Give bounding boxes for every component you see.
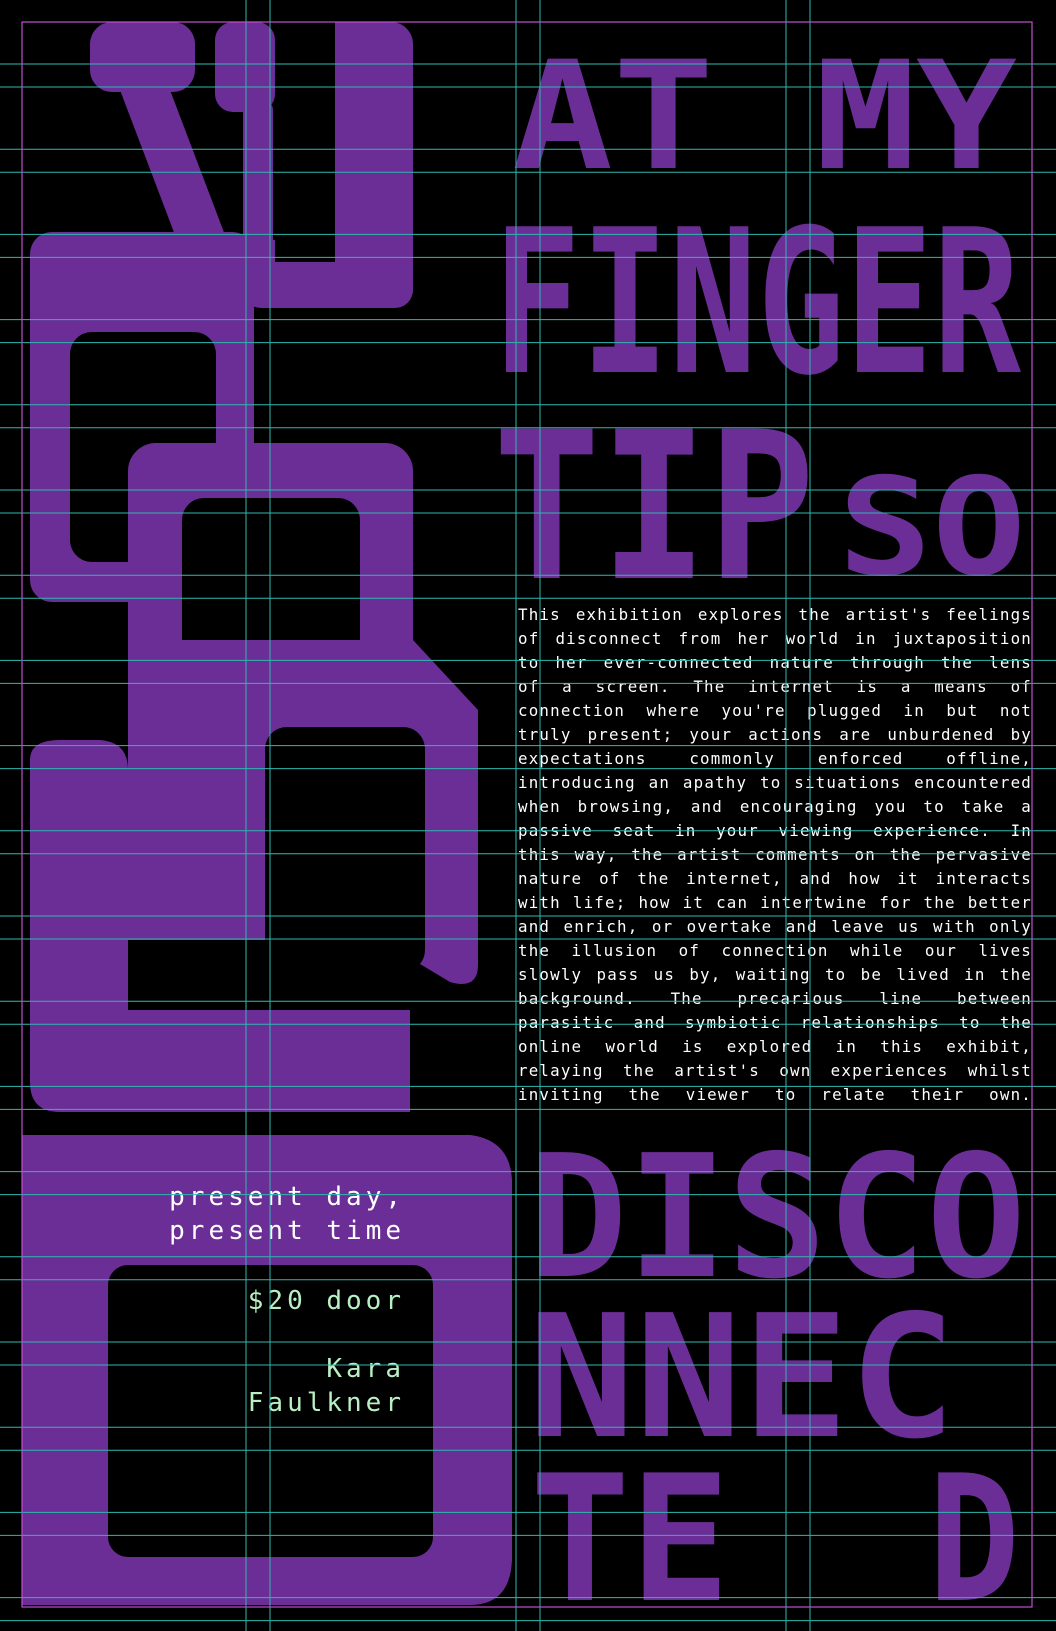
glyph-stem bbox=[243, 100, 273, 250]
glyph-block bbox=[215, 22, 275, 112]
title-line-3: TIP bbox=[493, 389, 815, 627]
artist-name: Kara Faulkner bbox=[247, 1354, 405, 1418]
title-line-2: FINGER bbox=[493, 187, 1021, 420]
glyph-diagonal bbox=[120, 90, 225, 235]
glyph-counter bbox=[265, 727, 425, 972]
glyph-block bbox=[90, 22, 195, 92]
event-date: present day, present time bbox=[169, 1182, 405, 1246]
glyph-gap bbox=[275, 22, 335, 262]
title-line-3-small: SO bbox=[838, 449, 1026, 606]
decorative-glyph-middle bbox=[30, 232, 478, 1112]
event-price: $20 door bbox=[247, 1286, 405, 1316]
title-line-6a: TE bbox=[530, 1439, 730, 1631]
title-line-6b: D bbox=[928, 1439, 1020, 1631]
exhibition-poster: AT MY FINGER TIP SO DISCO NNEC TE D This… bbox=[0, 0, 1056, 1631]
exhibition-description: This exhibition explores the artist's fe… bbox=[518, 605, 1032, 1104]
title-line-1: AT MY bbox=[512, 30, 1017, 204]
